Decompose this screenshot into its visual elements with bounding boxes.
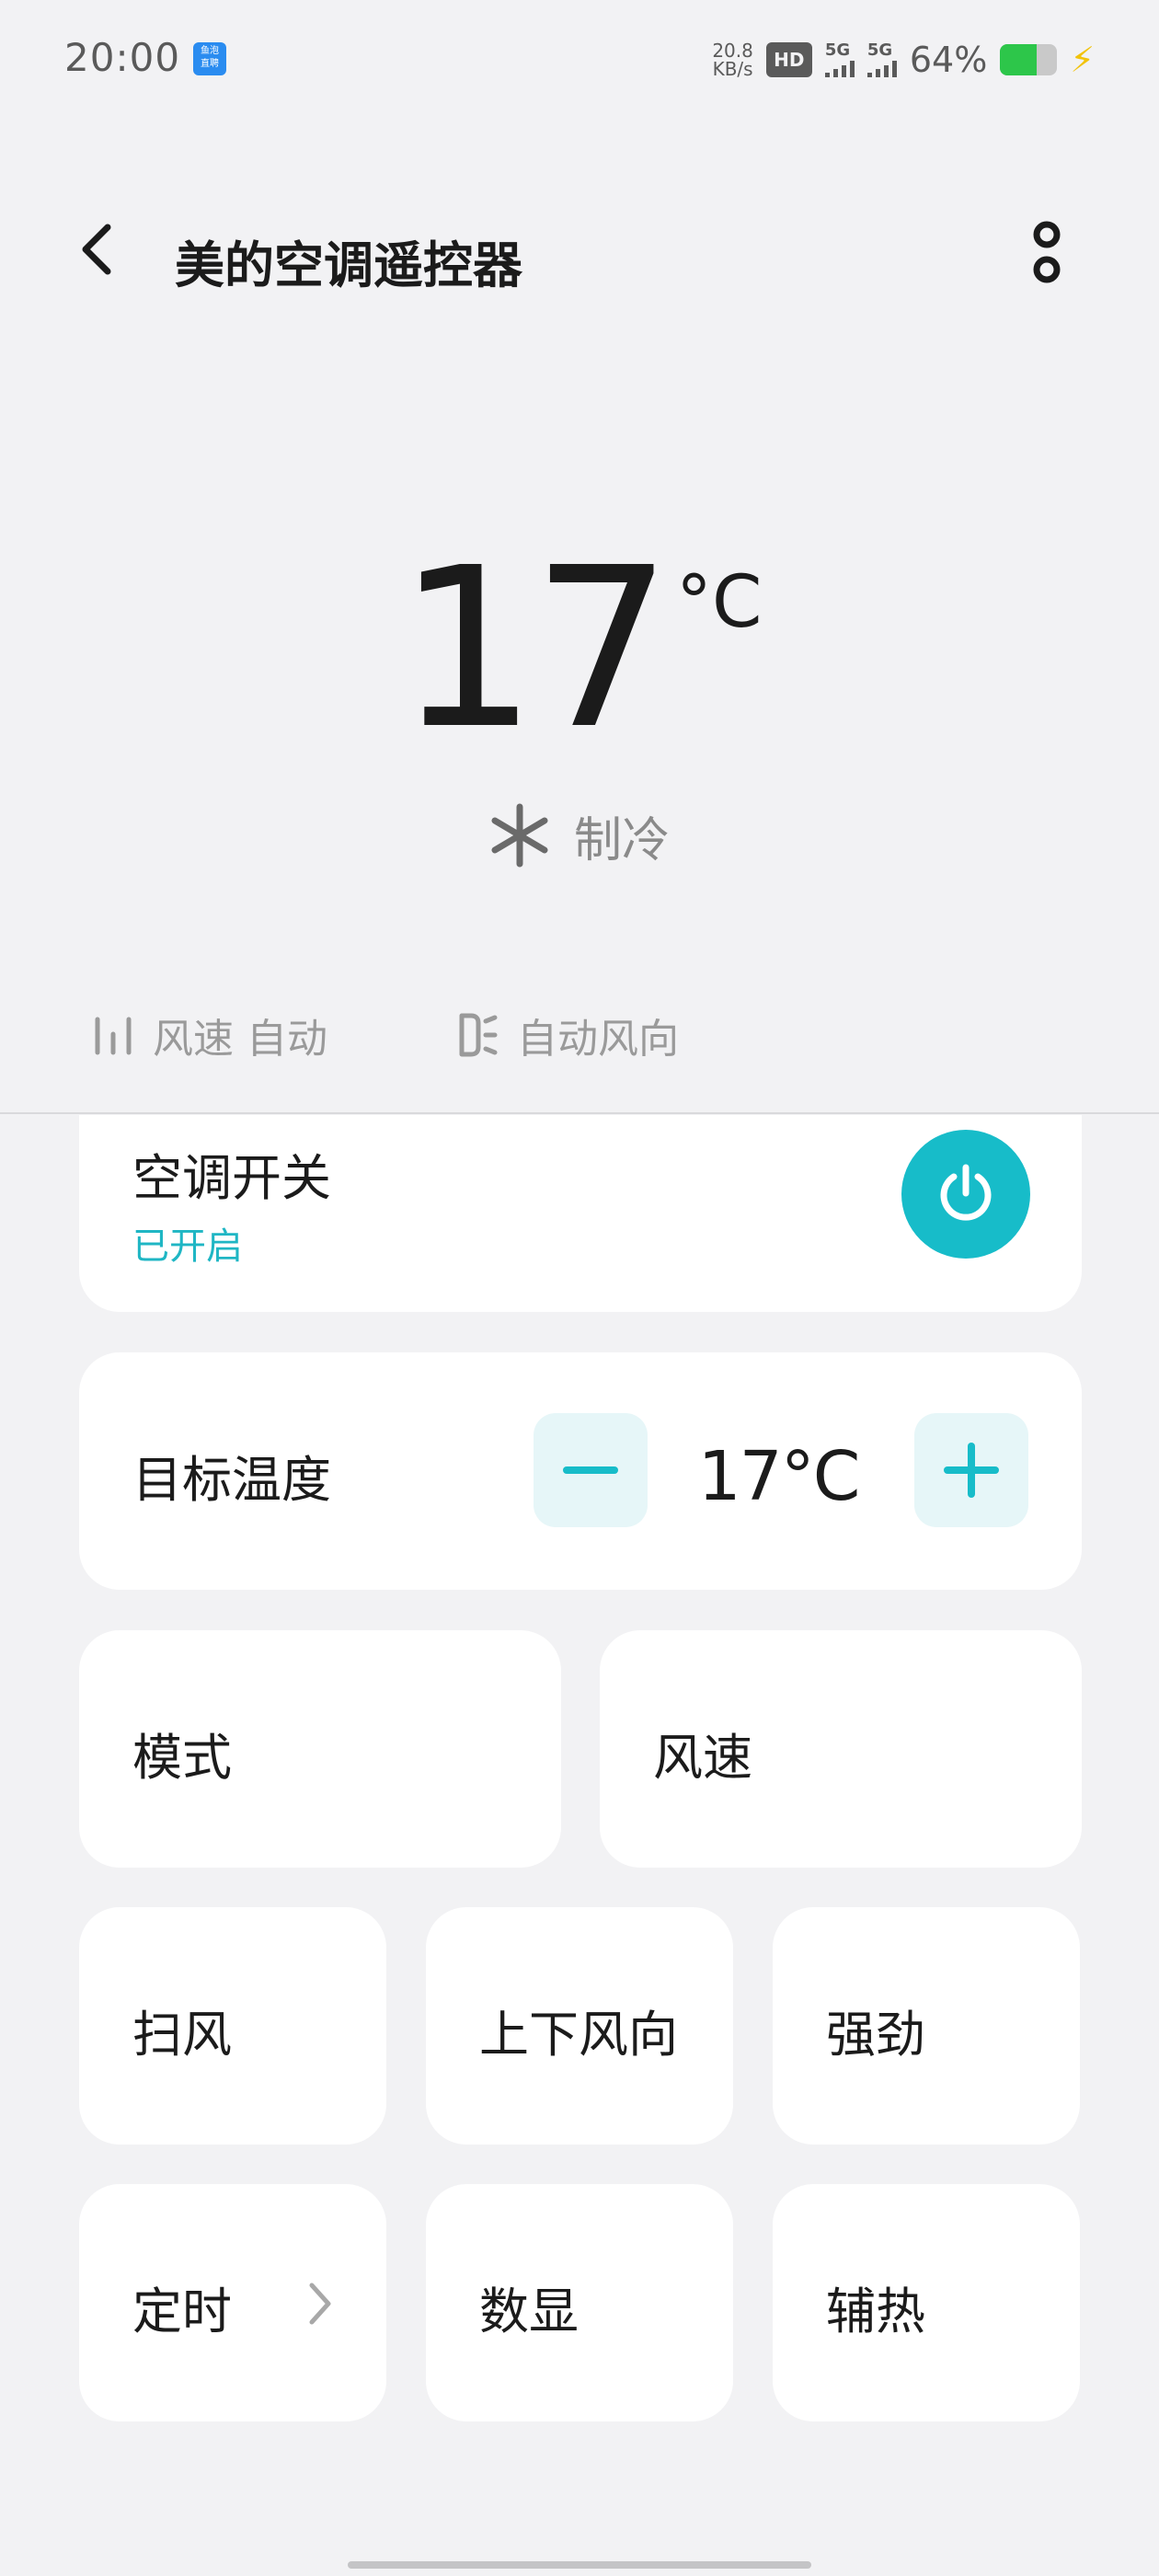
signal-label-2: 5G xyxy=(866,40,893,60)
decrease-temperature-button[interactable] xyxy=(534,1413,648,1527)
more-options-button[interactable] xyxy=(1019,212,1074,294)
turbo-button[interactable]: 强劲 xyxy=(773,1907,1080,2145)
app-header: 美的空调遥控器 xyxy=(0,184,1159,322)
chevron-right-icon xyxy=(302,2276,339,2331)
vertical-direction-button[interactable]: 上下风向 xyxy=(426,1907,733,2145)
fan-speed-button[interactable]: 风速 xyxy=(600,1630,1082,1868)
mode-label: 制冷 xyxy=(573,812,670,868)
increase-temperature-button[interactable] xyxy=(914,1413,1028,1527)
minus-icon xyxy=(563,1466,618,1474)
target-temperature-value: 17°C xyxy=(697,1437,861,1516)
swing-button[interactable]: 扫风 xyxy=(79,1907,386,2145)
more-vertical-icon xyxy=(1033,221,1061,283)
air-direction-info: 自动风向 xyxy=(456,1006,679,1064)
power-card: 空调开关 已开启 xyxy=(79,1115,1082,1312)
charging-bolt-icon: ⚡ xyxy=(1070,40,1095,80)
network-speed-value: 20.8 xyxy=(712,40,753,62)
current-mode: 制冷 xyxy=(0,799,1159,872)
status-info-row: 风速 自动 自动风向 xyxy=(92,1003,679,1067)
power-status: 已开启 xyxy=(132,1225,243,1268)
air-direction-info-label: 自动风向 xyxy=(517,1016,679,1063)
ac-remote-screen: 20:00 鱼泡 直聘 20.8 KB/s HD 5G 5G 64% ⚡ 美的空… xyxy=(0,0,1159,2576)
temperature-unit: °C xyxy=(675,561,763,644)
signal-5g-icon-2: 5G xyxy=(866,40,897,77)
notification-app-icon: 鱼泡 直聘 xyxy=(193,42,226,75)
air-direction-icon xyxy=(459,1013,498,1057)
fan-speed-button-label: 风速 xyxy=(653,1729,752,1787)
aux-heat-button-label: 辅热 xyxy=(826,2283,925,2340)
mode-button[interactable]: 模式 xyxy=(79,1630,561,1868)
power-button[interactable] xyxy=(901,1130,1030,1259)
plus-icon xyxy=(944,1443,999,1498)
battery-fill xyxy=(1000,44,1037,75)
vertical-direction-button-label: 上下风向 xyxy=(479,2006,678,2064)
page-title: 美的空调遥控器 xyxy=(175,236,522,294)
timer-button-label: 定时 xyxy=(132,2283,232,2340)
target-temperature-card: 目标温度 17°C xyxy=(79,1352,1082,1590)
display-toggle-button[interactable]: 数显 xyxy=(426,2184,733,2421)
signal-5g-icon: 5G xyxy=(824,40,855,77)
fan-speed-info-label: 风速 自动 xyxy=(153,1016,327,1063)
network-speed: 20.8 KB/s xyxy=(712,41,753,78)
mode-button-label: 模式 xyxy=(132,1729,232,1787)
status-bar: 20:00 鱼泡 直聘 20.8 KB/s HD 5G 5G 64% ⚡ xyxy=(0,0,1159,120)
target-temperature-label: 目标温度 xyxy=(132,1451,331,1509)
battery-percent: 64% xyxy=(909,40,988,80)
notification-app-icon-text: 鱼泡 直聘 xyxy=(201,46,219,69)
fan-speed-bars-icon xyxy=(95,1017,132,1055)
timer-button[interactable]: 定时 xyxy=(79,2184,386,2421)
temperature-display: 17 °C xyxy=(0,520,1159,777)
back-button[interactable] xyxy=(64,217,129,282)
turbo-button-label: 强劲 xyxy=(826,2006,925,2064)
display-toggle-button-label: 数显 xyxy=(479,2283,579,2340)
fan-speed-info: 风速 自动 xyxy=(92,1006,327,1064)
snowflake-icon xyxy=(491,803,548,868)
status-right: 20.8 KB/s HD 5G 5G 64% ⚡ xyxy=(712,37,1095,83)
network-speed-unit: KB/s xyxy=(712,58,753,80)
chevron-left-icon xyxy=(82,224,111,275)
power-icon xyxy=(940,1164,992,1221)
hd-voice-icon: HD xyxy=(765,42,812,77)
status-time: 20:00 xyxy=(64,35,181,80)
battery-icon xyxy=(1000,44,1058,75)
home-indicator[interactable] xyxy=(348,2561,811,2569)
signal-label: 5G xyxy=(824,40,851,60)
aux-heat-button[interactable]: 辅热 xyxy=(773,2184,1080,2421)
swing-button-label: 扫风 xyxy=(132,2006,232,2064)
current-temperature: 17 xyxy=(396,520,672,777)
section-divider xyxy=(0,1112,1159,1114)
power-title: 空调开关 xyxy=(132,1149,331,1207)
